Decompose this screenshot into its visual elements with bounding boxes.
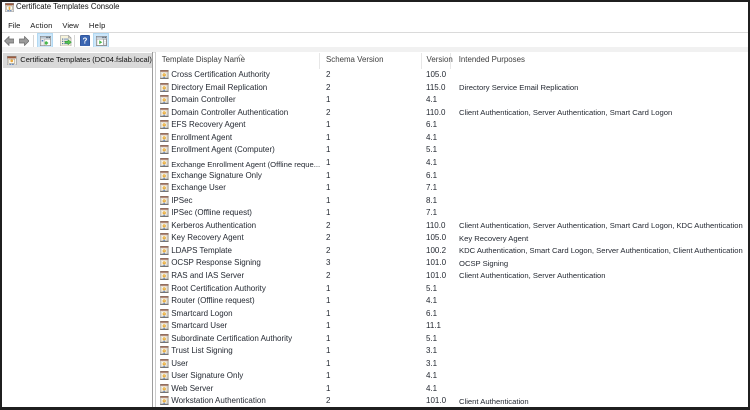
svg-text:?: ? (83, 36, 88, 45)
